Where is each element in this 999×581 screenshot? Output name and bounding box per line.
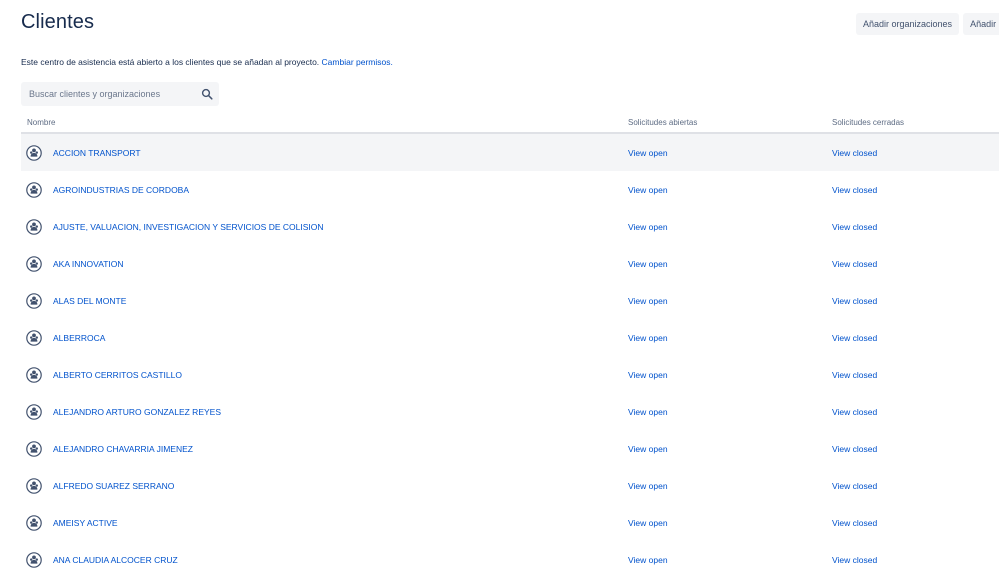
customers-table: Nombre Solicitudes abiertas Solicitudes … (21, 114, 999, 578)
view-closed-link[interactable]: View closed (832, 444, 877, 454)
column-header-open: Solicitudes abiertas (628, 118, 698, 127)
table-row: ACCION TRANSPORT View open View closed (21, 134, 999, 171)
table-row: ALEJANDRO CHAVARRIA JIMENEZ View open View… (21, 430, 999, 467)
view-open-link[interactable]: View open (628, 370, 668, 380)
table-row: ALBERTO CERRITOS CASTILLO View open View c… (21, 356, 999, 393)
customer-name-link[interactable]: AMEISY ACTIVE (53, 518, 118, 528)
search-box (21, 82, 219, 106)
customer-name-link[interactable]: ALBERTO CERRITOS CASTILLO (53, 370, 182, 380)
view-open-link[interactable]: View open (628, 555, 668, 565)
organization-icon (26, 367, 42, 383)
view-closed-link[interactable]: View closed (832, 555, 877, 565)
organization-icon (26, 552, 42, 568)
table-body: ACCION TRANSPORT View open View closed AGRO… (21, 134, 999, 578)
column-header-closed: Solicitudes cerradas (832, 118, 905, 127)
view-closed-link[interactable]: View closed (832, 185, 877, 195)
organization-icon (26, 515, 42, 531)
add-customers-button[interactable]: Añadir clientes (963, 13, 999, 35)
view-closed-link[interactable]: View closed (832, 222, 877, 232)
view-open-link[interactable]: View open (628, 333, 668, 343)
view-closed-link[interactable]: View closed (832, 148, 877, 158)
organization-icon (26, 256, 42, 272)
table-row: ALEJANDRO ARTURO GONZALEZ REYES View open… (21, 393, 999, 430)
change-permissions-link[interactable]: Cambiar permisos. (322, 57, 393, 67)
search-input[interactable] (21, 82, 191, 106)
customer-name-link[interactable]: ALEJANDRO CHAVARRIA JIMENEZ (53, 444, 193, 454)
view-open-link[interactable]: View open (628, 444, 668, 454)
organization-icon (26, 404, 42, 420)
organization-icon (26, 441, 42, 457)
customer-name-link[interactable]: ALBERROCA (53, 333, 105, 343)
view-closed-link[interactable]: View closed (832, 333, 877, 343)
view-closed-link[interactable]: View closed (832, 481, 877, 491)
search-icon[interactable] (201, 88, 213, 100)
view-open-link[interactable]: View open (628, 481, 668, 491)
add-organizations-button[interactable]: Añadir organizaciones (856, 13, 960, 35)
table-row: AKA INNOVATION View open View closed (21, 245, 999, 282)
table-row: ANA CLAUDIA ALCOCER CRUZ View open View cl… (21, 541, 999, 578)
customer-name-link[interactable]: ACCION TRANSPORT (53, 148, 141, 158)
customer-name-link[interactable]: AJUSTE, VALUACION, INVESTIGACION Y SERVI… (53, 222, 324, 232)
customer-name-link[interactable]: AKA INNOVATION (53, 259, 124, 269)
view-closed-link[interactable]: View closed (832, 407, 877, 417)
view-open-link[interactable]: View open (628, 148, 668, 158)
table-row: AJUSTE, VALUACION, INVESTIGACION Y SERVI… (21, 208, 999, 245)
view-open-link[interactable]: View open (628, 518, 668, 528)
table-row: AGROINDUSTRIAS DE CORDOBA View open View c… (21, 171, 999, 208)
customer-name-link[interactable]: ALFREDO SUAREZ SERRANO (53, 481, 174, 491)
view-closed-link[interactable]: View closed (832, 370, 877, 380)
customer-name-link[interactable]: ANA CLAUDIA ALCOCER CRUZ (53, 555, 178, 565)
view-open-link[interactable]: View open (628, 222, 668, 232)
access-info-text: Este centro de asistencia está abierto a… (21, 57, 320, 67)
view-open-link[interactable]: View open (628, 407, 668, 417)
table-header: Nombre Solicitudes abiertas Solicitudes … (21, 114, 999, 134)
customer-name-link[interactable]: ALEJANDRO ARTURO GONZALEZ REYES (53, 407, 221, 417)
table-row: AMEISY ACTIVE View open View closed (21, 504, 999, 541)
view-open-link[interactable]: View open (628, 296, 668, 306)
customer-name-link[interactable]: ALAS DEL MONTE (53, 296, 126, 306)
customer-name-link[interactable]: AGROINDUSTRIAS DE CORDOBA (53, 185, 189, 195)
organization-icon (26, 182, 42, 198)
header-actions: Añadir organizaciones Añadir clientes (856, 13, 999, 35)
page-title: Clientes (21, 11, 95, 33)
customers-page: Clientes Añadir organizaciones Añadir cl… (0, 0, 999, 581)
table-row: ALAS DEL MONTE View open View closed (21, 282, 999, 319)
table-row: ALFREDO SUAREZ SERRANO View open View clos… (21, 467, 999, 504)
column-header-name: Nombre (27, 118, 56, 127)
access-info: Este centro de asistencia está abierto a… (21, 57, 393, 67)
view-closed-link[interactable]: View closed (832, 518, 877, 528)
view-closed-link[interactable]: View closed (832, 259, 877, 269)
organization-icon (26, 478, 42, 494)
organization-icon (26, 330, 42, 346)
view-open-link[interactable]: View open (628, 259, 668, 269)
view-open-link[interactable]: View open (628, 185, 668, 195)
organization-icon (26, 293, 42, 309)
organization-icon (26, 145, 42, 161)
table-row: ALBERROCA View open View closed (21, 319, 999, 356)
view-closed-link[interactable]: View closed (832, 296, 877, 306)
organization-icon (26, 219, 42, 235)
